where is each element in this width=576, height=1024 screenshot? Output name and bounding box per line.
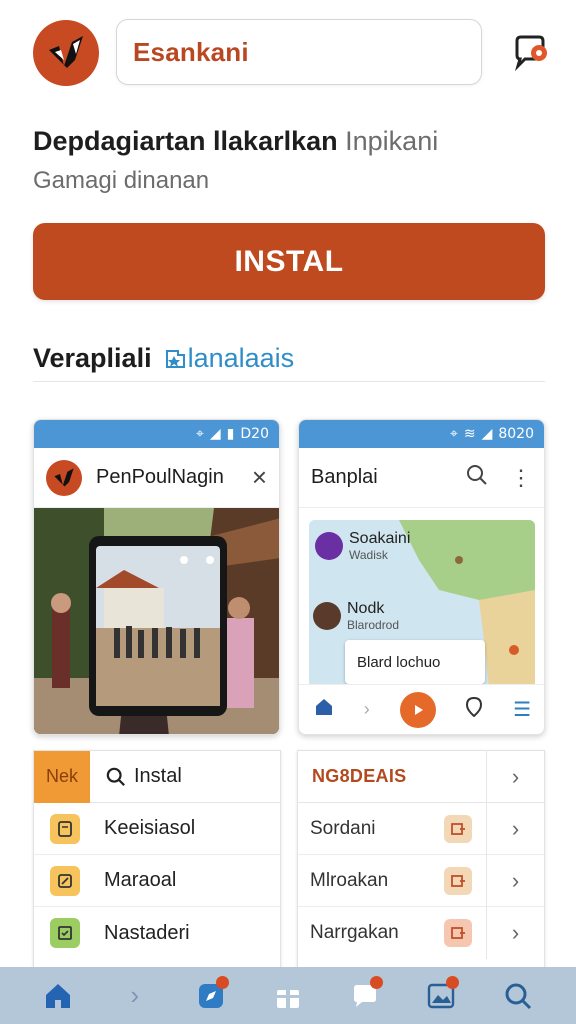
chevron-right-icon[interactable]: › [364, 699, 370, 720]
status-bar: ⌖ ◢ ▮ D20 [34, 420, 279, 448]
map-info-bubble[interactable]: Blard lochuo [345, 640, 485, 684]
search-icon [505, 983, 531, 1009]
list-header: Nek Instal [34, 751, 280, 803]
share-icon [444, 919, 472, 947]
list-item[interactable]: Keeisiasol [34, 803, 280, 855]
card-title: Banplai [311, 466, 378, 488]
nav-messages[interactable] [343, 974, 387, 1018]
map-item-sub: Blarodrod [347, 617, 400, 632]
play-fab-icon[interactable] [399, 691, 436, 728]
list-item-label: Maraoal [104, 869, 177, 891]
location-icon: ⌖ [196, 426, 204, 442]
map-item-name: Soakaini [349, 530, 411, 547]
list-header-label: Instal [134, 765, 182, 787]
app-logo[interactable] [33, 20, 99, 86]
nav-explore[interactable] [189, 974, 233, 1018]
nav-add[interactable] [266, 974, 310, 1018]
card-title: PenPoulNagin [96, 466, 224, 488]
chevron-right-icon[interactable]: › [486, 802, 544, 855]
search-value: Esankani [133, 36, 249, 67]
page-title: Depdagiartan llakarlkan Inpikani [33, 126, 438, 157]
chevron-right-icon[interactable]: › [486, 907, 544, 959]
title-bold: Depdagiartan llakarlkan [33, 126, 338, 156]
avatar [315, 531, 343, 560]
calendar-icon [50, 918, 80, 948]
status-bar: ⌖ ≋ ◢ 8020 [299, 420, 544, 448]
list-header-label: NG8DEAIS [312, 766, 407, 786]
screenshot-card-right[interactable]: ⌖ ≋ ◢ 8020 Banplai ⋮ Soakaini Wadisk Nod… [298, 419, 545, 735]
card-header: Banplai ⋮ [299, 448, 544, 508]
wifi-icon: ≋ [463, 426, 476, 442]
list-header-search[interactable]: Instal [106, 765, 182, 788]
list-item-label: Narrgakan [310, 922, 399, 943]
edit-icon [50, 865, 80, 896]
share-icon [444, 866, 472, 895]
map-item-1[interactable]: Soakaini Wadisk [315, 530, 410, 562]
list-tag[interactable]: Nek [34, 751, 90, 803]
more-options-icon[interactable]: ⋮ [510, 465, 532, 491]
card-header: PenPoulNagin × [34, 448, 279, 508]
map-item-name: Nodk [347, 600, 385, 617]
list-item[interactable]: Maraoal [34, 855, 280, 907]
search-icon[interactable] [466, 464, 488, 491]
screenshot-card-left[interactable]: ⌖ ◢ ▮ D20 PenPoulNagin × [33, 419, 280, 735]
section-header: Verapliali lanalaais [33, 343, 294, 374]
list-item-label: Sordani [310, 817, 376, 839]
list-item[interactable]: Mlroakan › [298, 854, 544, 907]
chevron-right-icon[interactable]: › [486, 854, 544, 907]
home-icon[interactable] [314, 697, 334, 722]
share-icon [444, 814, 472, 843]
notification-badge [446, 975, 460, 989]
section-link[interactable]: lanalaais [164, 343, 295, 374]
list-item[interactable]: Narrgakan › [298, 907, 544, 959]
location-pin-icon[interactable] [465, 696, 483, 722]
bookmark-star-icon [165, 349, 185, 368]
gift-icon [276, 989, 299, 1008]
list-item-label: Keeisiasol [104, 817, 196, 839]
search-input[interactable]: Esankani [116, 19, 482, 85]
settings-list: NG8DEAIS › Sordani › Mlroakan › Narrgaka… [297, 750, 545, 968]
map-item-sub: Wadisk [349, 547, 388, 562]
nav-gallery[interactable] [419, 974, 463, 1018]
section-title: Verapliali [33, 343, 152, 373]
install-button[interactable]: INSTAL [33, 223, 545, 300]
notification-badge [216, 975, 230, 989]
chevron-right-icon: › [130, 980, 140, 1010]
section-divider [33, 381, 545, 382]
page-subtitle: Gamagi dinanan [33, 167, 210, 194]
map-item-2[interactable]: Nodk Blarodrod [313, 600, 399, 632]
status-time: 8020 [498, 426, 534, 442]
home-icon [46, 983, 71, 1008]
list-header[interactable]: NG8DEAIS › [298, 751, 544, 803]
chevron-right-icon[interactable]: › [486, 751, 544, 803]
app-header: Esankani [0, 0, 576, 108]
nav-home[interactable] [36, 974, 80, 1018]
signal-icon: ◢ [209, 426, 221, 442]
chat-notification-icon[interactable] [511, 33, 551, 73]
nav-search[interactable] [496, 974, 540, 1018]
battery-icon: ▮ [226, 426, 235, 442]
title-light: Inpikani [345, 126, 439, 156]
section-link-label: lanalaais [187, 343, 295, 373]
bottom-navigation: › [0, 967, 576, 1024]
list-item[interactable]: Nastaderi [34, 907, 280, 959]
card-bottom-nav: › ☰ [299, 684, 544, 734]
receipt-icon [50, 813, 80, 844]
menu-icon[interactable]: ☰ [513, 697, 531, 722]
close-icon[interactable]: × [252, 462, 267, 493]
village-photo [34, 508, 279, 734]
list-item-label: Nastaderi [104, 921, 190, 944]
notification-badge [369, 975, 383, 989]
list-item-label: Mlroakan [310, 869, 389, 891]
location-icon: ⌖ [449, 426, 458, 442]
mini-logo-icon [46, 459, 82, 496]
list-item[interactable]: Sordani › [298, 802, 544, 855]
search-icon [106, 767, 125, 786]
signal-icon: ◢ [481, 426, 493, 442]
logo-mark-icon [49, 36, 83, 68]
avatar [313, 601, 341, 630]
status-time: D20 [240, 426, 269, 442]
nav-forward[interactable]: › [113, 974, 157, 1018]
install-list: Nek Instal Keeisiasol Maraoal Nastaderi [33, 750, 281, 968]
